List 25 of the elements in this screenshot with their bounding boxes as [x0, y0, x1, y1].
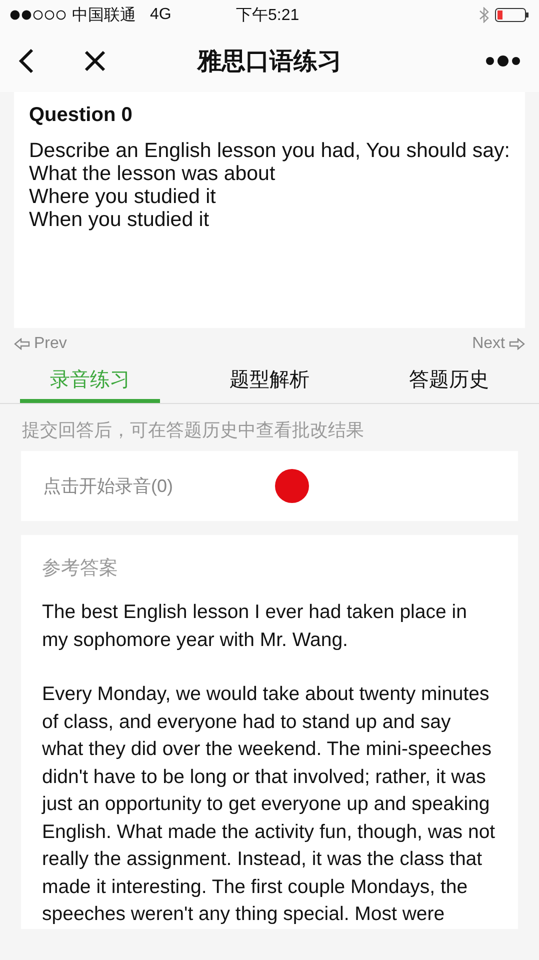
battery-icon	[495, 7, 529, 23]
bluetooth-icon	[479, 7, 489, 23]
next-link[interactable]: Next	[472, 335, 525, 353]
answer-title: 参考答案	[42, 556, 119, 581]
hint-text: 提交回答后，可在答题历史中查看批改结果	[21, 419, 365, 442]
record-button[interactable]	[275, 469, 309, 503]
question-text: Where you studied it	[29, 185, 217, 208]
tab[interactable]: 题型解析	[200, 359, 340, 403]
page-title: 雅思口语练习	[198, 48, 342, 75]
carrier-name: 中国联通	[72, 6, 136, 26]
prev-link[interactable]: Prev	[14, 335, 67, 353]
network-type: 4G	[150, 6, 172, 24]
question-text: What the lesson was about	[29, 162, 276, 185]
tab[interactable]: 录音练习	[20, 359, 160, 403]
status-time: 下午5:21	[236, 6, 300, 26]
question-text: When you studied it	[29, 208, 210, 231]
record-label: 点击开始录音(0)	[43, 475, 174, 498]
signal-icon	[10, 10, 66, 20]
answer-paragraph: The best English lesson I ever had taken place in my sophomore year with Mr. Wang.	[42, 600, 468, 652]
right-arrow-icon	[509, 338, 525, 350]
question-title: Question 0	[29, 104, 134, 127]
answer-paragraph: Every Monday, we would take about twenty minutes of class, and everyone had to stand up and say what they did over the weekend. The mini-speeches didn't have to be long or that involved; rather, it was just an opportunity to get everyone up and speaking English. What made the activity fun, though, was not really the assignment. Instead, it was the class that made it interesting. The first couple Mondays, the speeches weren't any thing special. Most were	[42, 682, 496, 927]
tab[interactable]: 答题历史	[379, 359, 520, 403]
left-arrow-icon	[14, 338, 30, 350]
question-text: Describe an English lesson you had, You should say:	[29, 139, 510, 162]
